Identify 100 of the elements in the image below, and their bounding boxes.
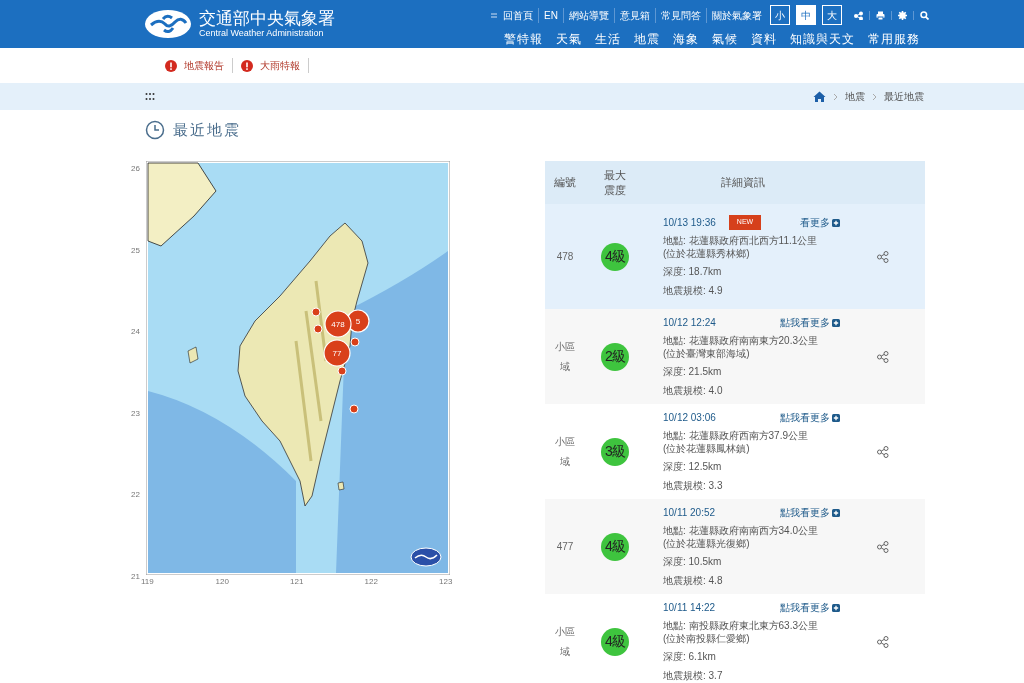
search-icon[interactable] xyxy=(919,10,929,20)
plus-icon xyxy=(832,218,840,227)
font-size-button[interactable]: 中 xyxy=(795,5,816,25)
latitude-label: 26 xyxy=(131,163,140,175)
chevron-icon xyxy=(833,92,838,101)
alert-icon xyxy=(241,59,253,72)
font-size-button[interactable]: 大 xyxy=(821,5,842,25)
more-link[interactable]: 點我看更多 xyxy=(780,505,840,520)
latitude-label: 22 xyxy=(131,489,140,502)
location-text: 地點: 花蓮縣政府西北西方11.1公里 xyxy=(663,234,819,247)
nav-link[interactable]: 天氣 xyxy=(556,30,582,48)
magnitude-text: 地震規模: 4.9 xyxy=(663,284,724,298)
location-detail-text: (位於花蓮縣鳳林鎮) xyxy=(663,442,751,455)
plus-icon xyxy=(832,318,840,327)
nav-link[interactable]: 生活 xyxy=(595,30,621,48)
nav-link[interactable]: 資料 xyxy=(751,30,777,48)
latitude-label: 23 xyxy=(131,407,140,420)
longitude-label: 122 xyxy=(364,576,378,588)
longitude-label: 123 xyxy=(439,576,453,588)
more-dots-icon[interactable] xyxy=(145,92,155,101)
latitude-label: 21 xyxy=(131,571,140,583)
column-header: 詳細資訊 xyxy=(719,175,766,191)
latitude-label: 25 xyxy=(131,244,140,257)
more-link[interactable]: 看更多 xyxy=(800,215,840,230)
top-link[interactable]: 回首頁 xyxy=(498,7,539,23)
depth-text: 深度: 21.5km xyxy=(663,365,723,379)
depth-text: 深度: 6.1km xyxy=(663,650,717,664)
share-icon[interactable] xyxy=(876,350,889,363)
location-detail-text: (位於花蓮縣光復鄉) xyxy=(663,537,751,550)
nav-link[interactable]: 常用服務 xyxy=(868,30,920,48)
latitude-label: 24 xyxy=(131,326,140,339)
more-link[interactable]: 點我看更多 xyxy=(780,600,840,615)
earthquake-row[interactable]: 477 4級 10/11 20:52 點我看更多 地點: 花蓮縣政府南南西方34.0公里 (位於花蓮縣光復鄉) 深度: 10.5km 地震規模: 4.8 xyxy=(545,499,925,594)
alert-icon xyxy=(165,59,177,72)
longitude-label: 121 xyxy=(290,576,304,588)
location-text: 地點: 花蓮縣政府南南西方34.0公里 xyxy=(663,524,820,537)
alert-link[interactable]: 大雨特報 xyxy=(260,58,300,73)
intensity-badge: 3級 xyxy=(601,437,629,466)
number-cell-text: 478 xyxy=(555,249,575,264)
time-text: 10/11 20:52 xyxy=(663,506,716,520)
top-link[interactable]: 意見箱 xyxy=(614,7,656,23)
breadcrumb-link[interactable]: 最近地震 xyxy=(884,89,924,104)
time-text: 10/11 14:22 xyxy=(663,601,716,615)
settings-icon[interactable] xyxy=(897,10,907,20)
print-icon[interactable] xyxy=(875,10,885,20)
site-subtitle: Central Weather Administration xyxy=(199,29,325,38)
earthquake-row[interactable]: 小區域 2級 10/12 12:24 點我看更多 地點: 花蓮縣政府南南東方20.3公里 (位於臺灣東部海域) 深度: 21.5km 地震規模: 4.0 xyxy=(545,309,925,404)
top-link[interactable]: EN xyxy=(539,7,564,23)
intensity-badge: 2級 xyxy=(601,342,629,371)
share-icon[interactable] xyxy=(876,445,889,458)
more-link[interactable]: 點我看更多 xyxy=(780,315,840,330)
share-icon[interactable] xyxy=(853,10,863,20)
top-link[interactable]: 常見問答 xyxy=(655,7,707,23)
location-text: 地點: 花蓮縣政府南南東方20.3公里 xyxy=(663,334,820,347)
alert-link[interactable]: 地震報告 xyxy=(184,58,224,73)
nav-link[interactable]: 知識與天文 xyxy=(790,30,855,48)
share-icon[interactable] xyxy=(876,540,889,553)
chevron-icon xyxy=(872,92,877,101)
magnitude-text: 地震規模: 4.8 xyxy=(663,574,724,588)
clock-icon xyxy=(145,120,165,140)
nav-link[interactable]: 氣候 xyxy=(712,30,738,48)
magnitude-text: 地震規模: 3.3 xyxy=(663,479,724,493)
number-cell-text: 小區域 xyxy=(554,624,576,659)
location-text: 地點: 花蓮縣政府西南方37.9公里 xyxy=(663,429,810,442)
earthquake-marker[interactable]: 478 xyxy=(324,310,352,338)
site-title: 交通部中央氣象署 xyxy=(199,10,335,27)
nav-link[interactable]: 海象 xyxy=(673,30,699,48)
home-icon[interactable] xyxy=(813,91,826,102)
share-icon[interactable] xyxy=(876,250,889,263)
share-icon[interactable] xyxy=(876,635,889,648)
top-link[interactable]: 關於氣象署 xyxy=(706,7,767,23)
location-text: 地點: 南投縣政府東北東方63.3公里 xyxy=(663,619,820,632)
font-size-button[interactable]: 小 xyxy=(769,5,790,25)
earthquake-map-drawing[interactable]: 5 77 478 xyxy=(146,161,450,575)
nav-link[interactable]: 地震 xyxy=(634,30,660,48)
breadcrumb-link[interactable]: 地震 xyxy=(845,89,865,104)
page-title: 最近地震 xyxy=(173,119,241,140)
depth-text: 深度: 12.5km xyxy=(663,460,723,474)
longitude-label: 119 xyxy=(141,576,154,588)
plus-icon xyxy=(832,413,840,422)
more-link[interactable]: 點我看更多 xyxy=(780,410,840,425)
intensity-badge: 4級 xyxy=(601,627,629,656)
column-header: 最大震度 xyxy=(603,167,627,198)
top-link[interactable]: 網站導覽 xyxy=(563,7,615,23)
depth-text: 深度: 18.7km xyxy=(663,265,723,279)
location-detail-text: (位於花蓮縣秀林鄉) xyxy=(663,247,751,260)
time-text: 10/12 12:24 xyxy=(663,316,716,330)
magnitude-text: 地震規模: 3.7 xyxy=(663,669,724,683)
earthquake-marker[interactable]: 77 xyxy=(323,339,351,367)
number-cell-text: 小區域 xyxy=(554,434,576,469)
intensity-badge: 4級 xyxy=(601,242,629,271)
intensity-badge: 4級 xyxy=(601,532,629,561)
column-header: 編號 xyxy=(553,175,577,191)
plus-icon xyxy=(832,508,840,517)
nav-link[interactable]: 警特報 xyxy=(504,30,543,48)
magnitude-text: 地震規模: 4.0 xyxy=(663,384,724,398)
location-detail-text: (位於臺灣東部海域) xyxy=(663,347,751,360)
logo-icon xyxy=(410,547,442,567)
depth-text: 深度: 10.5km xyxy=(663,555,723,569)
longitude-label: 120 xyxy=(215,576,229,588)
